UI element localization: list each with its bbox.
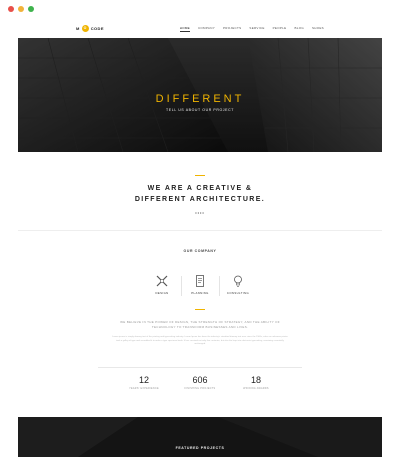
stat-years: 12 YEARS' EXPERIENCE (114, 375, 174, 390)
section-divider (18, 230, 382, 231)
company-body-text: Lorem ipsum is simply dummy text of the … (112, 336, 288, 346)
window-titlebar (0, 0, 400, 18)
logo-text-right: CODE (90, 25, 104, 31)
hero-subtitle: TELL US ABOUT OUR PROJECT (166, 108, 234, 112)
feature-design[interactable]: DESIGN (142, 274, 182, 295)
nav-item-service[interactable]: SERVICE (249, 26, 264, 32)
feature-planning[interactable]: PLANNING (180, 274, 220, 295)
company-intro: WE BELIEVE IN THE POWER OF DESIGN, THE S… (120, 320, 280, 329)
nav-item-people[interactable]: PEOPLE (273, 26, 287, 32)
stat-value: 12 (138, 375, 149, 385)
featured-projects-title: FEATURED PROJECTS (175, 446, 225, 450)
feature-label: DESIGN (155, 291, 169, 295)
browser-window: M O CODE HOME COMPANY PROJECTS SERVICE P… (0, 0, 400, 457)
company-section-title: OUR COMPANY (183, 249, 217, 253)
stats-divider (98, 367, 302, 368)
nav-item-home[interactable]: HOME (179, 26, 190, 32)
stat-label: YEARS' EXPERIENCE (129, 387, 159, 390)
accent-divider (195, 309, 205, 310)
lightbulb-icon (234, 275, 242, 287)
statement-heading: WE ARE A CREATIVE & DIFFERENT ARCHITECTU… (18, 183, 382, 205)
nav-item-projects[interactable]: PROJECTS (223, 26, 241, 32)
site-logo[interactable]: M O CODE (76, 24, 104, 32)
feature-label: CONSULTING (226, 291, 250, 295)
pencil-ruler-icon (156, 275, 168, 287)
stat-value: 18 (250, 375, 261, 385)
stat-label: WINNING AWARDS (243, 387, 269, 390)
nav-item-blog[interactable]: BLOG (294, 26, 304, 32)
document-icon (196, 275, 204, 287)
footer-background-image (18, 417, 382, 457)
statement-line-1: WE ARE A CREATIVE & (147, 185, 253, 192)
maximize-window-button[interactable] (28, 6, 34, 12)
nav-menu: HOME COMPANY PROJECTS SERVICE PEOPLE BLO… (179, 26, 324, 32)
featured-projects-section: FEATURED PROJECTS (18, 417, 382, 457)
logo-text-left: M (76, 25, 80, 31)
feature-consulting[interactable]: CONSULTING (218, 274, 258, 295)
nav-item-company[interactable]: COMPANY (198, 26, 215, 32)
logo-badge-icon: O (81, 24, 89, 32)
hero-banner: DIFFERENT TELL US ABOUT OUR PROJECT (18, 38, 382, 152)
close-window-button[interactable] (8, 6, 14, 12)
nav-item-shoes[interactable]: SHOES (312, 26, 324, 32)
statement-dots: •••• (195, 210, 205, 215)
minimize-window-button[interactable] (18, 6, 24, 12)
feature-label: PLANNING (191, 291, 209, 295)
top-navigation: M O CODE HOME COMPANY PROJECTS SERVICE P… (18, 18, 382, 39)
stat-projects: 606 FINISHING PROJECTS (170, 375, 230, 390)
accent-divider (195, 175, 205, 176)
stat-value: 606 (192, 375, 208, 385)
website-page: M O CODE HOME COMPANY PROJECTS SERVICE P… (18, 18, 382, 457)
hero-title: DIFFERENT (155, 93, 245, 105)
statement-line-2: DIFFERENT ARCHITECTURE. (134, 196, 266, 203)
stat-awards: 18 WINNING AWARDS (226, 375, 286, 390)
stat-label: FINISHING PROJECTS (184, 387, 216, 390)
